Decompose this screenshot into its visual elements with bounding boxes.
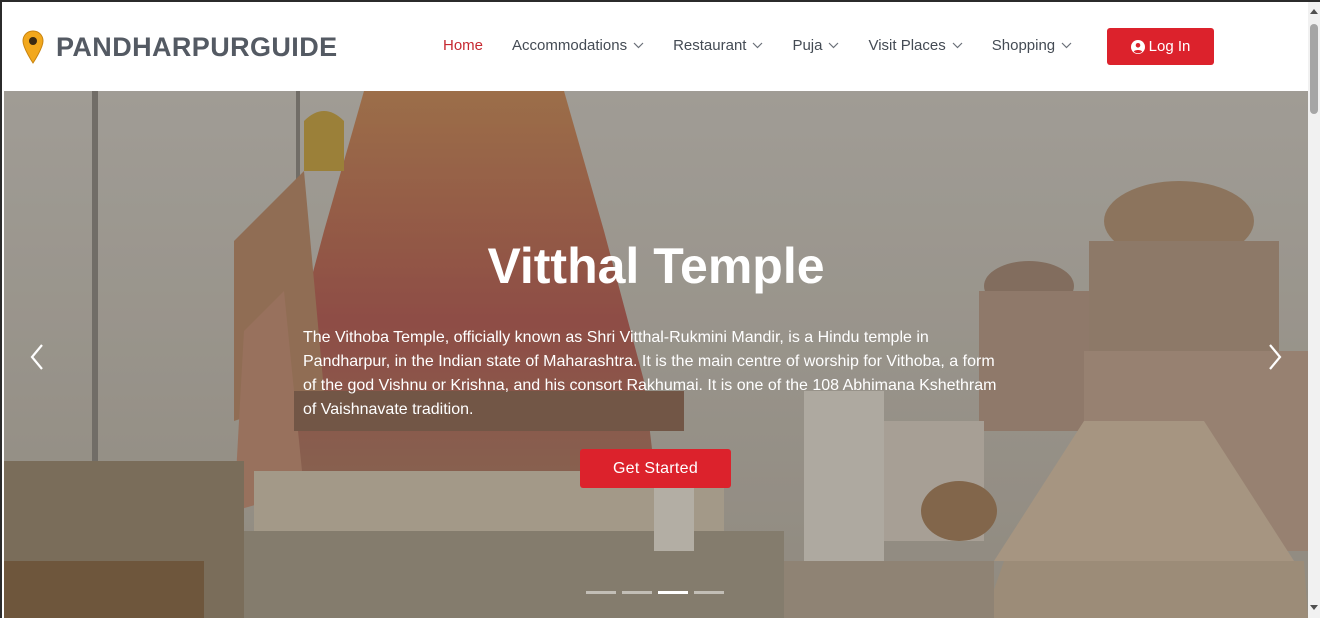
login-button[interactable]: Log In <box>1107 28 1214 65</box>
nav-item-label: Home <box>443 37 484 54</box>
nav-item-label: Accommodations <box>512 37 628 54</box>
carousel-prev-icon[interactable] <box>26 341 50 373</box>
nav-item-accommodations[interactable]: Accommodations <box>512 37 644 54</box>
top-navbar: PANDHARPURGUIDE Home Accommodations Restau… <box>4 2 1308 91</box>
user-circle-icon <box>1130 39 1145 54</box>
map-pin-icon <box>22 30 44 64</box>
chevron-down-icon <box>753 42 763 49</box>
nav-item-label: Visit Places <box>868 37 946 54</box>
brand-logo[interactable]: PANDHARPURGUIDE <box>22 30 338 64</box>
chevron-down-icon <box>633 42 644 49</box>
login-label: Log In <box>1148 38 1191 55</box>
nav-item-puja[interactable]: Puja <box>792 37 839 54</box>
carousel-indicator-1[interactable] <box>586 591 616 594</box>
nav-item-label: Shopping <box>991 37 1056 54</box>
page-scrollbar[interactable] <box>1308 2 1320 618</box>
carousel-indicator-3[interactable] <box>658 591 688 594</box>
chevron-down-icon <box>952 42 963 49</box>
carousel-next-icon[interactable] <box>1262 341 1286 373</box>
carousel-indicator-2[interactable] <box>622 591 652 594</box>
nav-item-label: Restaurant <box>673 37 747 54</box>
brand-name: PANDHARPURGUIDE <box>56 31 338 62</box>
nav-item-label: Puja <box>792 37 823 54</box>
chevron-down-icon <box>1061 42 1072 49</box>
carousel-indicator-4[interactable] <box>694 591 724 594</box>
nav-item-restaurant[interactable]: Restaurant <box>673 37 763 54</box>
hero-carousel: Vitthal Temple The Vithoba Temple, offic… <box>4 91 1308 618</box>
scrollbar-thumb[interactable] <box>1310 24 1318 114</box>
get-started-button[interactable]: Get Started <box>580 449 731 488</box>
hero-title: Vitthal Temple <box>487 238 825 294</box>
carousel-indicators <box>586 591 730 594</box>
hero-description: The Vithoba Temple, officially known as … <box>303 329 997 418</box>
nav-item-home[interactable]: Home <box>443 37 483 54</box>
scroll-up-icon[interactable] <box>1310 8 1318 14</box>
nav-item-visit-places[interactable]: Visit Places <box>868 37 963 54</box>
scroll-down-icon[interactable] <box>1310 605 1318 611</box>
nav-item-shopping[interactable]: Shopping <box>992 37 1072 54</box>
main-nav: Home Accommodations Restaurant Puja Visit Pl… <box>443 37 1101 54</box>
chevron-down-icon <box>829 42 839 49</box>
